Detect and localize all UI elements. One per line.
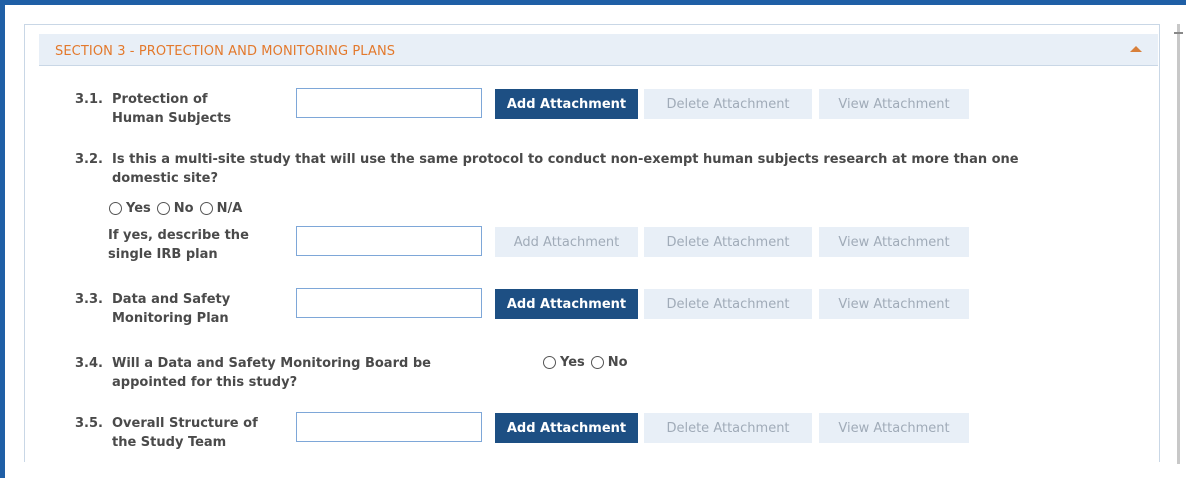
add-attachment-button[interactable]: Add Attachment — [495, 413, 638, 443]
radio-circle-icon[interactable] — [590, 356, 604, 369]
multisite-radio-group: Yes No N/A — [109, 201, 248, 216]
item-number: 3.2. — [75, 152, 103, 167]
item-label-line: Overall Structure of — [112, 416, 258, 431]
item-number: 3.1. — [75, 92, 103, 107]
radio-circle-icon[interactable] — [156, 202, 170, 215]
followup-label-line: single IRB plan — [108, 247, 218, 262]
delete-attachment-button[interactable]: Delete Attachment — [644, 227, 812, 257]
item-question-line: domestic site? — [112, 171, 219, 186]
collapse-arrow-icon[interactable] — [1130, 46, 1142, 52]
radio-option-no[interactable]: No — [156, 201, 194, 216]
followup-label-line: If yes, describe the — [108, 228, 249, 243]
section-header[interactable]: SECTION 3 - PROTECTION AND MONITORING PL… — [39, 34, 1158, 66]
section-title: SECTION 3 - PROTECTION AND MONITORING PL… — [55, 44, 396, 59]
add-attachment-button[interactable]: Add Attachment — [495, 89, 638, 119]
item-label-line: Data and Safety — [112, 292, 231, 307]
item-number: 3.3. — [75, 292, 103, 307]
item-label: Overall Structure of the Study Team — [112, 414, 258, 452]
radio-label: No — [173, 201, 194, 216]
add-attachment-button[interactable]: Add Attachment — [495, 289, 638, 319]
radio-label: No — [607, 355, 628, 370]
radio-option-yes[interactable]: Yes — [543, 355, 585, 370]
view-attachment-button[interactable]: View Attachment — [819, 413, 969, 443]
radio-circle-icon[interactable] — [199, 202, 213, 215]
view-attachment-button[interactable]: View Attachment — [819, 227, 969, 257]
item-label: Protection of Human Subjects — [112, 90, 231, 128]
item-question: Will a Data and Safety Monitoring Board … — [112, 354, 431, 392]
radio-option-no[interactable]: No — [590, 355, 628, 370]
delete-attachment-button[interactable]: Delete Attachment — [644, 89, 812, 119]
item-number: 3.5. — [75, 416, 103, 431]
item-label-line: Protection of — [112, 92, 208, 107]
view-attachment-button[interactable]: View Attachment — [819, 289, 969, 319]
radio-circle-icon[interactable] — [109, 202, 122, 215]
radio-label: Yes — [126, 201, 151, 216]
item-question-line: Will a Data and Safety Monitoring Board … — [112, 356, 431, 371]
attachment-field[interactable] — [296, 226, 482, 256]
attachment-field[interactable] — [296, 88, 482, 118]
item-question-line: Is this a multi-site study that will use… — [112, 152, 1019, 167]
item-number: 3.4. — [75, 356, 103, 371]
attachment-field[interactable] — [296, 288, 482, 318]
radio-option-yes[interactable]: Yes — [109, 201, 151, 216]
dsmb-radio-group: Yes No — [543, 355, 634, 370]
delete-attachment-button[interactable]: Delete Attachment — [644, 289, 812, 319]
radio-label: Yes — [560, 355, 585, 370]
scrollbar[interactable] — [1174, 24, 1183, 464]
followup-label: If yes, describe the single IRB plan — [108, 226, 249, 264]
add-attachment-button[interactable]: Add Attachment — [495, 227, 638, 257]
radio-label: N/A — [216, 201, 243, 216]
item-question-line: appointed for this study? — [112, 375, 298, 390]
delete-attachment-button[interactable]: Delete Attachment — [644, 413, 812, 443]
item-label-line: Monitoring Plan — [112, 311, 229, 326]
item-question: Is this a multi-site study that will use… — [112, 150, 1019, 188]
item-label-line: Human Subjects — [112, 111, 232, 126]
radio-circle-icon[interactable] — [543, 356, 556, 369]
view-attachment-button[interactable]: View Attachment — [819, 89, 969, 119]
item-label: Data and Safety Monitoring Plan — [112, 290, 230, 328]
attachment-field[interactable] — [296, 412, 482, 442]
radio-option-na[interactable]: N/A — [199, 201, 243, 216]
item-label-line: the Study Team — [112, 435, 227, 450]
